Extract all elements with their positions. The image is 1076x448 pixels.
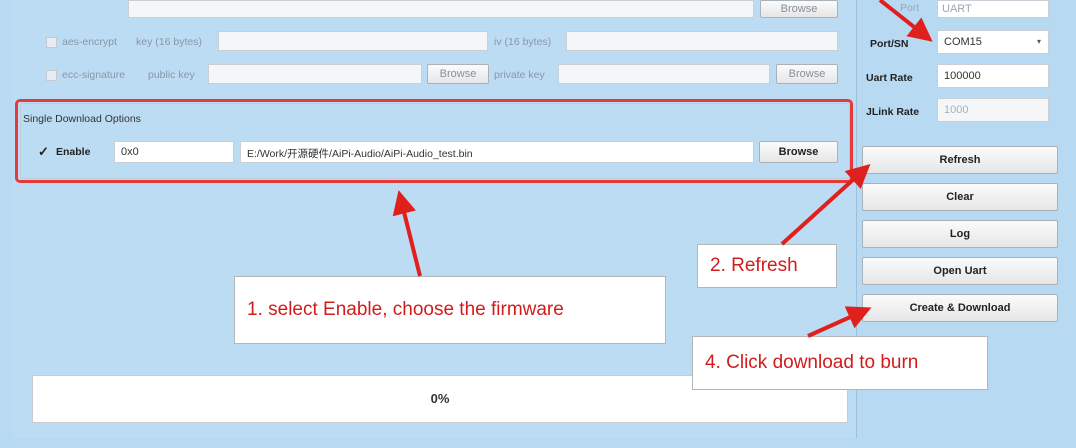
uart-rate-input[interactable]: 100000 (937, 64, 1049, 88)
address-input[interactable]: 0x0 (114, 141, 234, 163)
step4-note: 4. Click download to burn (692, 336, 988, 390)
aes-encrypt-label: aes-encrypt (62, 36, 117, 48)
top-browse-button[interactable]: Browse (760, 0, 838, 18)
firmware-path-input[interactable]: E:/Work/开源硬件/AiPi-Audio/AiPi-Audio_test.… (240, 141, 754, 163)
open-uart-button[interactable]: Open Uart (862, 257, 1058, 285)
top-right-select[interactable]: UART (937, 0, 1049, 18)
enable-label: Enable (56, 146, 91, 158)
top-path-field[interactable] (128, 0, 754, 18)
public-key-browse-button[interactable]: Browse (427, 64, 489, 84)
uart-rate-label: Uart Rate (866, 72, 913, 84)
step1-note: 1. select Enable, choose the firmware (234, 276, 666, 344)
jlink-rate-input[interactable]: 1000 (937, 98, 1049, 122)
chevron-down-icon: ▾ (1036, 37, 1041, 46)
private-key-browse-button[interactable]: Browse (776, 64, 838, 84)
aes-encrypt-checkbox[interactable] (46, 37, 57, 48)
aes-iv-label: iv (16 bytes) (494, 36, 552, 48)
private-key-label: private key (494, 69, 545, 81)
enable-checkbox[interactable]: ✓ (38, 144, 49, 160)
ecc-signature-label: ecc-signature (62, 69, 126, 81)
port-sn-label: Port/SN (870, 38, 909, 50)
single-download-title: Single Download Options (23, 113, 141, 125)
public-key-input[interactable] (208, 64, 422, 84)
ecc-signature-checkbox[interactable] (46, 70, 57, 81)
step2-note: 2. Refresh (697, 244, 837, 288)
aes-iv-input[interactable] (566, 31, 838, 51)
top-right-label: Port (900, 2, 920, 14)
port-sn-value: COM15 (944, 36, 982, 48)
refresh-button[interactable]: Refresh (862, 146, 1058, 174)
create-download-button[interactable]: Create & Download (862, 294, 1058, 322)
private-key-input[interactable] (558, 64, 770, 84)
aes-key-label: key (16 bytes) (136, 36, 202, 48)
firmware-browse-button[interactable]: Browse (759, 141, 838, 163)
port-sn-select[interactable]: COM15 ▾ (937, 30, 1049, 54)
log-button[interactable]: Log (862, 220, 1058, 248)
progress-text: 0% (430, 391, 450, 406)
clear-button[interactable]: Clear (862, 183, 1058, 211)
public-key-label: public key (148, 69, 195, 81)
jlink-rate-label: JLink Rate (866, 106, 920, 118)
aes-key-input[interactable] (218, 31, 488, 51)
